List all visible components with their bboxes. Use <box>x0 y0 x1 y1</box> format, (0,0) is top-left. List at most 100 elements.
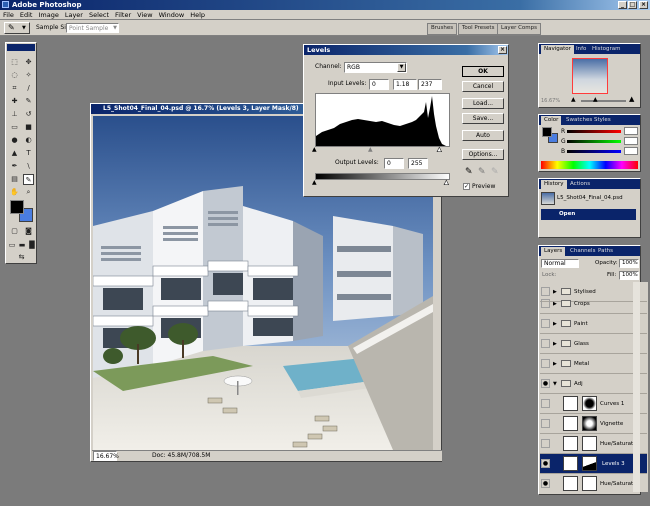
expand-arrow-icon[interactable]: ▶ <box>553 314 557 334</box>
input-black-field[interactable]: 0 <box>369 79 389 90</box>
zoom-field[interactable]: 16.67% <box>93 451 119 461</box>
layer-row-vignette[interactable]: Vignette <box>540 414 647 434</box>
eraser-tool-icon[interactable]: ▭ <box>9 122 20 133</box>
navigator-thumbnail[interactable] <box>572 58 608 94</box>
expand-arrow-icon[interactable]: ▶ <box>553 294 557 314</box>
tab-actions[interactable]: Actions <box>567 180 593 189</box>
history-snapshot-name[interactable]: L5_Shot04_Final_04.psd <box>557 194 623 203</box>
pen-tool-icon[interactable]: ✒ <box>9 161 20 172</box>
gamma-slider-icon[interactable]: ▲ <box>368 146 373 153</box>
zoom-in-icon[interactable]: ▲ <box>629 95 634 103</box>
menu-select[interactable]: Select <box>86 10 112 20</box>
history-item-open[interactable]: Open <box>541 209 636 220</box>
menu-edit[interactable]: Edit <box>17 10 36 20</box>
menu-view[interactable]: View <box>134 10 155 20</box>
preview-checkbox[interactable]: ✓ <box>463 183 470 190</box>
white-point-slider-icon[interactable]: ▲ <box>437 146 442 154</box>
cancel-button[interactable]: Cancel <box>462 81 504 92</box>
zoom-slider-thumb-icon[interactable]: ▲ <box>593 96 598 103</box>
output-black-field[interactable]: 0 <box>384 158 404 169</box>
slice-tool-icon[interactable]: / <box>23 83 34 94</box>
visibility-toggle[interactable] <box>541 319 550 328</box>
color-ramp[interactable] <box>541 161 638 169</box>
move-tool-icon[interactable]: ✥ <box>23 57 34 68</box>
black-point-slider-icon[interactable]: ▲ <box>312 146 317 153</box>
visibility-toggle[interactable] <box>541 339 550 348</box>
palette-well-tool-presets[interactable]: Tool Presets <box>458 23 499 35</box>
layer-row-hue-saturation[interactable]: Hue/Saturati... <box>540 434 647 454</box>
layer-row-adj[interactable]: ● ▼ Adj <box>540 374 647 394</box>
layer-row-levels-3[interactable]: ● Levels 3 <box>540 454 647 474</box>
history-brush-icon[interactable]: ↺ <box>23 109 34 120</box>
hand-tool-icon[interactable]: ✋ <box>9 187 20 198</box>
gradient-tool-icon[interactable]: ■ <box>23 122 34 133</box>
tab-history[interactable]: History <box>541 180 567 189</box>
sample-size-select[interactable]: Point Sample ▼ <box>66 23 119 33</box>
collapse-arrow-icon[interactable]: ▼ <box>553 374 557 394</box>
layers-scrollbar[interactable] <box>633 282 640 492</box>
zoom-out-icon[interactable]: ▲ <box>571 96 576 103</box>
foreground-color-swatch[interactable] <box>10 200 24 214</box>
layer-row-hue-saturation-2[interactable]: ● Hue/Saturati... <box>540 474 647 492</box>
layer-row-metal[interactable]: ▶ Metal <box>540 354 647 374</box>
red-slider[interactable] <box>567 130 621 133</box>
close-button[interactable]: × <box>639 1 648 9</box>
palette-well-brushes[interactable]: Brushes <box>427 23 458 35</box>
load-button[interactable]: Load... <box>462 98 504 109</box>
eyedropper-tool-icon[interactable]: ✎ <box>23 174 34 185</box>
layer-mask-thumbnail[interactable] <box>582 416 597 431</box>
menu-window[interactable]: Window <box>156 10 188 20</box>
quick-mask-on-icon[interactable]: ◙ <box>23 226 34 237</box>
opacity-field[interactable]: 100% <box>619 259 639 268</box>
tab-paths[interactable]: Paths <box>595 247 616 256</box>
crop-tool-icon[interactable]: ⌗ <box>9 83 20 94</box>
screen-mode-full-icon[interactable]: █ <box>27 240 37 251</box>
green-value-field[interactable] <box>624 137 638 145</box>
black-eyedropper-icon[interactable]: ✎ <box>465 167 473 177</box>
save-button[interactable]: Save... <box>462 113 504 124</box>
maximize-button[interactable]: □ <box>628 1 637 9</box>
visibility-toggle[interactable] <box>541 299 550 308</box>
screen-mode-standard-icon[interactable]: ▭ <box>7 240 17 251</box>
marquee-tool-icon[interactable]: ⬚ <box>9 57 20 68</box>
auto-button[interactable]: Auto <box>462 130 504 141</box>
visibility-toggle[interactable] <box>541 439 550 448</box>
screen-mode-full-menu-icon[interactable]: ▬ <box>17 240 27 251</box>
brush-tool-icon[interactable]: ✎ <box>23 96 34 107</box>
visibility-toggle[interactable] <box>541 419 550 428</box>
layer-row-curves-1[interactable]: Curves 1 <box>540 394 647 414</box>
output-black-slider-icon[interactable]: ▲ <box>312 179 317 186</box>
magic-wand-icon[interactable]: ✧ <box>23 70 34 81</box>
channel-select[interactable]: RGB ▼ <box>344 62 407 73</box>
color-fg-swatch[interactable] <box>542 127 552 137</box>
tab-histogram[interactable]: Histogram <box>589 45 624 54</box>
jump-to-imageready-icon[interactable]: ⇆ <box>16 252 27 263</box>
menu-layer[interactable]: Layer <box>62 10 86 20</box>
path-selection-icon[interactable]: ▲ <box>9 148 20 159</box>
layer-mask-thumbnail[interactable] <box>582 456 597 471</box>
input-white-field[interactable]: 237 <box>418 79 442 90</box>
menu-file[interactable]: File <box>0 10 17 20</box>
shape-tool-icon[interactable]: \ <box>23 161 34 172</box>
layer-row-glass[interactable]: ▶ Glass <box>540 334 647 354</box>
blue-slider[interactable] <box>567 150 621 153</box>
navigator-zoom-slider[interactable] <box>581 100 626 102</box>
tab-styles[interactable]: Styles <box>591 116 614 125</box>
visibility-toggle[interactable] <box>541 399 550 408</box>
fill-field[interactable]: 100% <box>619 271 639 280</box>
white-eyedropper-icon[interactable]: ✎ <box>491 167 499 177</box>
dodge-tool-icon[interactable]: ◐ <box>23 135 34 146</box>
red-value-field[interactable] <box>624 127 638 135</box>
visibility-toggle[interactable]: ● <box>541 459 550 468</box>
layer-mask-thumbnail[interactable] <box>582 396 597 411</box>
zoom-tool-icon[interactable]: ⌕ <box>23 187 34 198</box>
layer-row-crops[interactable]: ▶ Crops <box>540 294 647 314</box>
tab-info[interactable]: Info <box>573 45 589 54</box>
expand-arrow-icon[interactable]: ▶ <box>553 334 557 354</box>
layer-row-paint[interactable]: ▶ Paint <box>540 314 647 334</box>
visibility-toggle[interactable]: ● <box>541 379 550 388</box>
healing-brush-icon[interactable]: ✚ <box>9 96 20 107</box>
tool-preset-picker[interactable]: ✎ ▼ <box>4 22 30 34</box>
tab-navigator[interactable]: Navigator <box>541 45 574 54</box>
minimize-button[interactable]: _ <box>618 1 627 9</box>
